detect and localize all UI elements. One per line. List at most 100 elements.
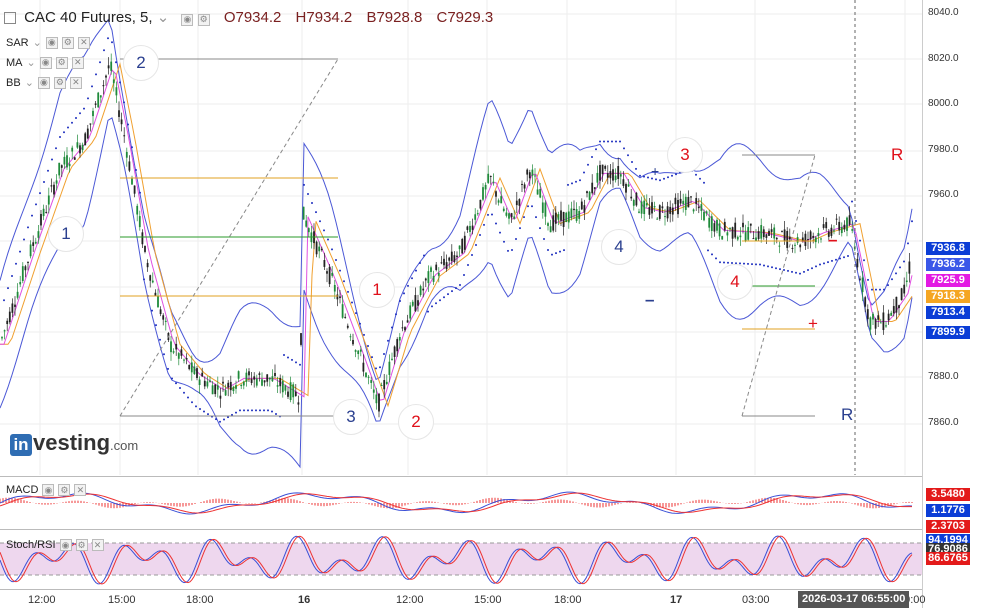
gear-icon[interactable]: ⚙	[55, 56, 68, 69]
gear-icon[interactable]: ⚙	[61, 36, 74, 49]
candle-body	[388, 361, 391, 375]
sar-dot	[527, 205, 529, 208]
candle-body	[463, 235, 466, 250]
candle-body	[227, 382, 230, 388]
candle-body	[807, 239, 809, 241]
indicator-row-bb[interactable]: BB ⌄ ◉ ⚙ ✕	[6, 76, 82, 89]
collapse-icon[interactable]	[4, 12, 16, 25]
candle-body	[638, 211, 640, 213]
price-tag: 7899.9	[926, 326, 970, 339]
gear-icon[interactable]: ⚙	[53, 76, 66, 89]
candle-body	[716, 219, 718, 231]
sar-dot	[63, 131, 65, 134]
sar-dot	[503, 240, 505, 243]
candle-body	[300, 333, 302, 345]
sar-dot	[39, 192, 41, 195]
sar-dot	[251, 409, 253, 412]
sar-dot	[459, 284, 461, 287]
chevron-down-icon[interactable]: ⌄	[33, 36, 42, 49]
candle-body	[606, 173, 609, 178]
candle-body	[53, 184, 55, 195]
candle-body	[110, 61, 113, 71]
gear-icon[interactable]: ⚙	[75, 539, 88, 551]
candle-body	[448, 257, 451, 261]
chevron-down-icon[interactable]: ⌄	[27, 56, 36, 69]
candle-body	[749, 223, 752, 226]
sar-dot	[863, 259, 865, 262]
candle-body	[710, 216, 713, 231]
sar-dot	[119, 81, 121, 84]
eye-icon[interactable]: ◉	[59, 539, 72, 551]
indicator-row-ma[interactable]: MA ⌄ ◉ ⚙ ✕	[6, 56, 84, 69]
sar-dot	[887, 284, 889, 287]
indicator-row-sar[interactable]: SAR ⌄ ◉ ⚙ ✕	[6, 36, 90, 49]
candle-body	[196, 368, 198, 378]
eye-icon[interactable]: ◉	[45, 36, 58, 49]
close-icon[interactable]: ✕	[74, 484, 87, 496]
candle-body	[528, 172, 531, 179]
stoch-rsi-chart[interactable]	[0, 531, 922, 589]
candle-body	[856, 258, 859, 268]
candle-body	[450, 251, 453, 262]
sar-dot	[639, 174, 641, 177]
candle-body	[274, 372, 276, 377]
candle-body	[50, 185, 53, 187]
candle-body	[627, 184, 630, 187]
sar-dot	[311, 202, 313, 205]
sar-dot	[807, 269, 809, 272]
candle-body	[573, 208, 575, 211]
candle-body	[11, 303, 14, 313]
sar-dot	[491, 213, 493, 216]
sar-dot	[31, 214, 33, 217]
candle-body	[222, 381, 224, 384]
candle-body	[211, 385, 214, 395]
candle-body	[799, 244, 802, 248]
close-icon[interactable]: ✕	[91, 539, 104, 551]
sar-dot	[263, 409, 265, 412]
macd-chart[interactable]	[0, 478, 922, 528]
close-icon[interactable]: ✕	[69, 76, 82, 89]
candle-body	[843, 224, 846, 230]
sar-dot	[11, 274, 13, 277]
close-icon[interactable]: ✕	[71, 56, 84, 69]
candle-body	[250, 379, 253, 383]
sar-dot	[515, 238, 517, 241]
candle-body	[619, 174, 622, 177]
gear-icon[interactable]: ⚙	[58, 484, 71, 496]
candle-body	[900, 288, 903, 301]
sar-dot	[359, 322, 361, 325]
sar-dot	[183, 391, 185, 394]
candle-body	[635, 192, 638, 206]
sar-dot	[851, 200, 853, 203]
chevron-down-icon[interactable]: ⌄	[157, 9, 170, 26]
candle-body	[255, 378, 258, 386]
eye-icon[interactable]: ◉	[39, 56, 52, 69]
sar-dot	[471, 253, 473, 256]
sar-dot	[243, 409, 245, 412]
eye-icon[interactable]: ◉	[37, 76, 50, 89]
sar-dot	[611, 140, 613, 143]
sar-dot	[763, 264, 765, 267]
candle-body	[861, 277, 864, 293]
gear-icon[interactable]: ⚙	[197, 13, 210, 26]
chevron-down-icon[interactable]: ⌄	[25, 76, 34, 89]
close-icon[interactable]: ✕	[77, 36, 90, 49]
sar-dot	[791, 270, 793, 273]
sar-dot	[27, 226, 29, 229]
candle-body	[534, 175, 536, 177]
eye-icon[interactable]: ◉	[181, 13, 194, 26]
sar-dot	[559, 250, 561, 253]
macd-label: MACD ◉ ⚙ ✕	[6, 484, 87, 496]
sar-dot	[399, 300, 401, 302]
candle-body	[294, 391, 297, 397]
candle-body	[677, 199, 679, 215]
sar-dot	[839, 257, 841, 260]
candle-body	[596, 172, 599, 183]
sar-dot	[579, 179, 581, 182]
candle-body	[175, 343, 178, 350]
candle-body	[521, 183, 523, 185]
eye-icon[interactable]: ◉	[42, 484, 55, 496]
candle-body	[138, 216, 141, 228]
bollinger-bands	[0, 18, 913, 469]
candle-body	[523, 184, 526, 189]
